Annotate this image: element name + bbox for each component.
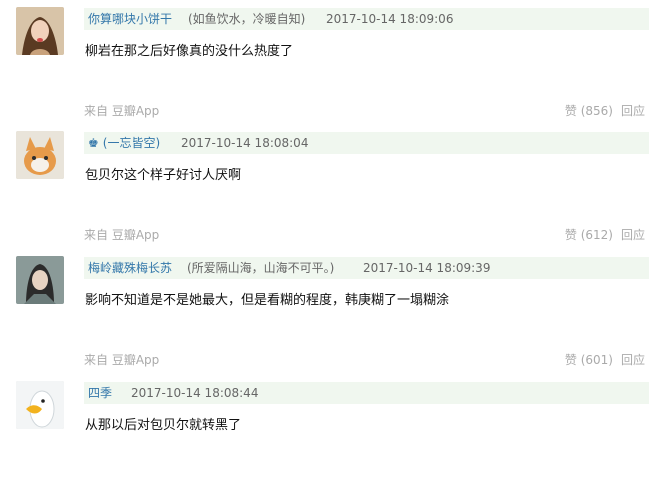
comment-time: 2017-10-14 18:08:44: [131, 386, 259, 400]
comment-time: 2017-10-14 18:09:06: [326, 12, 454, 26]
source-label: 来自 豆瓣App: [84, 353, 160, 367]
author-link[interactable]: ♚ (一忘皆空): [88, 132, 160, 154]
star-badge-icon: ♚: [88, 136, 99, 150]
comment-item: 你算哪块小饼干 (如鱼饮水，冷暖自知) 2017-10-14 18:09:06 …: [0, 3, 661, 127]
reply-button[interactable]: 回应: [621, 227, 645, 243]
avatar[interactable]: [16, 7, 64, 55]
author-name: (一忘皆空): [102, 136, 161, 150]
avatar[interactable]: [16, 256, 64, 304]
comment-time: 2017-10-14 18:08:04: [181, 136, 309, 150]
author-link[interactable]: 四季: [88, 382, 112, 404]
comment-header: ♚ (一忘皆空) 2017-10-14 18:08:04: [84, 132, 649, 154]
like-button[interactable]: 赞 (612): [565, 227, 613, 243]
source-label: 来自 豆瓣App: [84, 228, 160, 242]
like-button[interactable]: 赞 (601): [565, 352, 613, 368]
author-link[interactable]: 你算哪块小饼干: [88, 8, 172, 30]
comment-header: 四季 2017-10-14 18:08:44: [84, 382, 649, 404]
comment-content: 包贝尔这个样子好讨人厌啊: [85, 168, 242, 183]
avatar[interactable]: [16, 381, 64, 429]
comment-content: 影响不知道是不是她最大，但是看糊的程度，韩庚糊了一塌糊涂: [85, 293, 450, 308]
author-signature: (所爱隔山海，山海不可平。): [187, 261, 335, 275]
author-link[interactable]: 梅岭藏殊梅长苏: [88, 257, 172, 279]
comment-footer: 来自 豆瓣App 赞 (601) 回应: [84, 352, 649, 368]
comment-item: ♚ (一忘皆空) 2017-10-14 18:08:04 包贝尔这个样子好讨人厌啊…: [0, 127, 661, 251]
comment-header: 梅岭藏殊梅长苏 (所爱隔山海，山海不可平。) 2017-10-14 18:09:…: [84, 257, 649, 279]
reply-button[interactable]: 回应: [621, 103, 645, 119]
source-label: 来自 豆瓣App: [84, 104, 160, 118]
comment-content: 柳岩在那之后好像真的没什么热度了: [85, 44, 294, 59]
reply-button[interactable]: 回应: [621, 352, 645, 368]
like-button[interactable]: 赞 (856): [565, 103, 613, 119]
comment-time: 2017-10-14 18:09:39: [363, 261, 491, 275]
comment-item: 梅岭藏殊梅长苏 (所爱隔山海，山海不可平。) 2017-10-14 18:09:…: [0, 252, 661, 376]
comment-footer: 来自 豆瓣App 赞 (856) 回应: [84, 103, 649, 119]
comment-content: 从那以后对包贝尔就转黑了: [85, 418, 242, 433]
comment-item: 四季 2017-10-14 18:08:44 从那以后对包贝尔就转黑了: [0, 377, 661, 501]
avatar[interactable]: [16, 131, 64, 179]
comment-footer: 来自 豆瓣App 赞 (612) 回应: [84, 227, 649, 243]
author-signature: (如鱼饮水，冷暖自知): [188, 12, 306, 26]
comment-header: 你算哪块小饼干 (如鱼饮水，冷暖自知) 2017-10-14 18:09:06: [84, 8, 649, 30]
